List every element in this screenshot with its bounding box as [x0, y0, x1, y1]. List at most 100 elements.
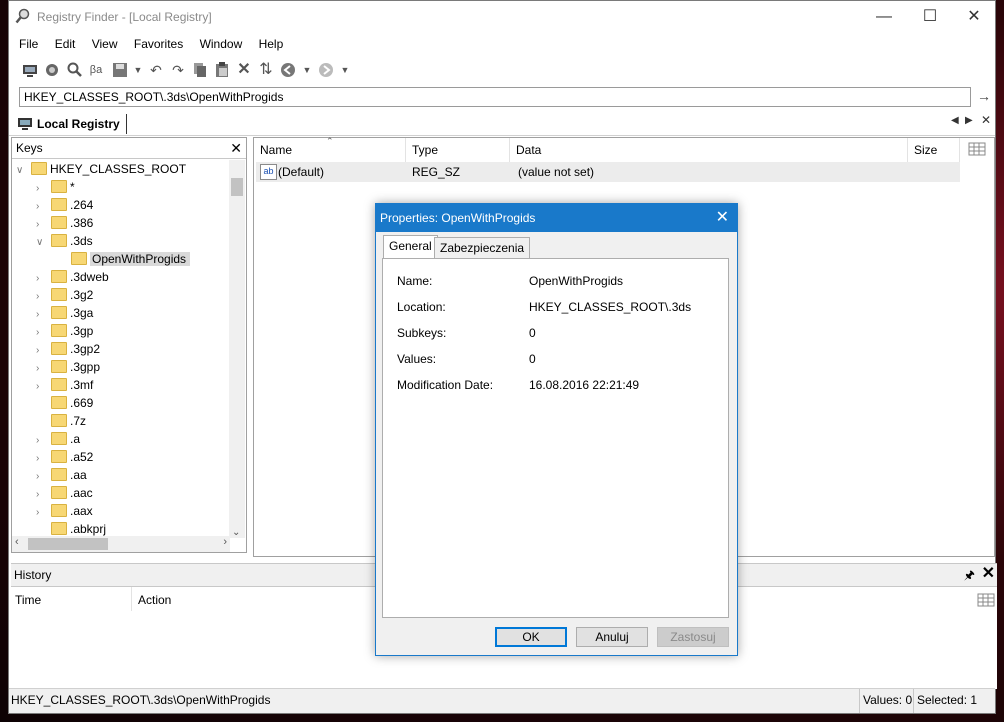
- menu-favorites[interactable]: Favorites: [134, 33, 183, 55]
- tree-item[interactable]: › .3dweb: [36, 268, 109, 286]
- registry-icon: [18, 118, 32, 130]
- prop-label-values: Values:: [397, 352, 437, 366]
- key-tree[interactable]: ∨ HKEY_CLASSES_ROOT › * › .264 › .386 ∨ .3ds OpenW…: [12, 160, 230, 538]
- column-chooser-icon[interactable]: [968, 142, 986, 159]
- column-header-data[interactable]: Data: [510, 138, 908, 162]
- column-header-action[interactable]: Action: [138, 593, 171, 607]
- tree-item[interactable]: › *: [36, 178, 75, 196]
- remote-registry-icon[interactable]: [43, 61, 61, 79]
- forward-dropdown-icon[interactable]: ▼: [336, 61, 354, 79]
- close-icon[interactable]: ✕: [951, 1, 997, 33]
- tree-item-label: .3mf: [70, 378, 94, 392]
- dialog-title-bar: Properties: OpenWithProgids ✕: [376, 204, 737, 232]
- tree-item[interactable]: › .264: [36, 196, 93, 214]
- folder-icon: [51, 306, 67, 320]
- undo-icon[interactable]: ↶: [147, 61, 165, 79]
- menu-view[interactable]: View: [92, 33, 118, 55]
- folder-icon: [51, 180, 67, 194]
- column-header-type[interactable]: Type: [406, 138, 510, 162]
- menu-window[interactable]: Window: [200, 33, 243, 55]
- scroll-thumb[interactable]: [28, 538, 108, 550]
- scroll-right-icon[interactable]: ›: [223, 536, 227, 548]
- dialog-close-icon[interactable]: ✕: [716, 204, 729, 232]
- expand-chevron-icon[interactable]: ∨: [16, 162, 26, 180]
- prop-label-location: Location:: [397, 300, 446, 314]
- address-input[interactable]: HKEY_CLASSES_ROOT\.3ds\OpenWithProgids: [19, 87, 971, 107]
- tree-item[interactable]: ∨ HKEY_CLASSES_ROOT: [16, 160, 186, 178]
- tree-item[interactable]: OpenWithProgids: [56, 250, 191, 268]
- redo-icon[interactable]: ↷: [169, 61, 187, 79]
- tree-item-label: .abkprj: [70, 522, 107, 536]
- history-close-icon[interactable]: ✕: [982, 563, 995, 585]
- minimize-icon[interactable]: —: [861, 1, 907, 33]
- tree-item[interactable]: .669: [36, 394, 93, 412]
- string-value-icon: ab: [260, 164, 277, 180]
- status-values: Values: 0: [863, 693, 913, 707]
- column-header-time[interactable]: Time: [15, 593, 41, 607]
- tree-item[interactable]: › .a52: [36, 448, 93, 466]
- folder-icon: [51, 378, 67, 392]
- local-registry-icon[interactable]: [21, 61, 39, 79]
- tab-close-icon[interactable]: ✕: [981, 113, 991, 127]
- scroll-down-icon[interactable]: ⌄: [232, 527, 240, 538]
- prop-value-modification-date: 16.08.2016 22:21:49: [529, 378, 640, 392]
- column-header-size[interactable]: Size: [908, 138, 960, 162]
- tree-item[interactable]: › .3gp2: [36, 340, 100, 358]
- folder-icon: [51, 198, 67, 212]
- tab-general[interactable]: General: [383, 235, 438, 259]
- tree-item[interactable]: › .aax: [36, 502, 93, 520]
- replace-icon[interactable]: βa: [87, 61, 105, 79]
- pin-icon[interactable]: 🖈: [964, 564, 975, 586]
- tree-item[interactable]: › .3gpp: [36, 358, 100, 376]
- tree-item[interactable]: › .386: [36, 214, 93, 232]
- tree-item-label: .a: [70, 432, 81, 446]
- apply-button[interactable]: Zastosuj: [657, 627, 729, 647]
- tree-item[interactable]: › .3ga: [36, 304, 93, 322]
- scroll-left-icon[interactable]: ‹: [15, 536, 19, 548]
- tree-horizontal-scrollbar[interactable]: ‹ ›: [12, 536, 230, 552]
- table-row[interactable]: ab (Default) REG_SZ (value not set): [256, 162, 960, 182]
- tree-item[interactable]: › .3g2: [36, 286, 93, 304]
- tree-item[interactable]: › .3gp: [36, 322, 93, 340]
- back-dropdown-icon[interactable]: ▼: [298, 61, 316, 79]
- expand-chevron-icon[interactable]: ∨: [36, 234, 46, 252]
- tab-zabezpieczenia[interactable]: Zabezpieczenia: [434, 237, 531, 259]
- scroll-thumb[interactable]: [231, 178, 243, 196]
- cancel-button[interactable]: Anuluj: [576, 627, 648, 647]
- prop-value-location: HKEY_CLASSES_ROOT\.3ds: [529, 300, 692, 314]
- menu-file[interactable]: File: [19, 33, 38, 55]
- tree-item[interactable]: ∨ .3ds: [36, 232, 93, 250]
- paste-icon[interactable]: [213, 61, 231, 79]
- tree-item[interactable]: › .aa: [36, 466, 87, 484]
- tree-item-label: .669: [70, 396, 94, 410]
- save-icon[interactable]: [111, 61, 129, 79]
- tab-local-registry[interactable]: Local Registry: [15, 114, 127, 134]
- value-type: REG_SZ: [412, 165, 461, 179]
- tree-item[interactable]: › .aac: [36, 484, 93, 502]
- column-chooser-icon[interactable]: [977, 593, 995, 610]
- folder-icon: [51, 522, 67, 536]
- ok-button[interactable]: OK: [495, 627, 567, 647]
- tree-item[interactable]: › .3mf: [36, 376, 93, 394]
- folder-icon: [51, 360, 67, 374]
- menu-help[interactable]: Help: [259, 33, 284, 55]
- tab-scroll-right-icon[interactable]: ▶: [965, 115, 973, 126]
- tree-vertical-scrollbar[interactable]: ⌄: [229, 160, 245, 538]
- go-arrow-icon[interactable]: →: [977, 88, 991, 104]
- tree-item-label: .3dweb: [70, 270, 109, 284]
- refresh-icon[interactable]: ⇅: [257, 61, 275, 79]
- copy-icon[interactable]: [191, 61, 209, 79]
- delete-icon[interactable]: ✕: [235, 61, 253, 79]
- search-icon[interactable]: [65, 61, 83, 79]
- maximize-icon[interactable]: ☐: [907, 1, 953, 33]
- tree-item[interactable]: › .a: [36, 430, 80, 448]
- keys-panel-close-icon[interactable]: ✕: [230, 138, 242, 158]
- forward-icon[interactable]: [317, 61, 335, 79]
- menu-edit[interactable]: Edit: [55, 33, 76, 55]
- back-icon[interactable]: [279, 61, 297, 79]
- save-dropdown-icon[interactable]: ▼: [129, 61, 147, 79]
- column-header-name[interactable]: Name ⌃: [254, 136, 406, 162]
- value-name: (Default): [278, 165, 325, 179]
- tree-item[interactable]: .7z: [36, 412, 86, 430]
- tab-scroll-left-icon[interactable]: ◀: [951, 115, 959, 126]
